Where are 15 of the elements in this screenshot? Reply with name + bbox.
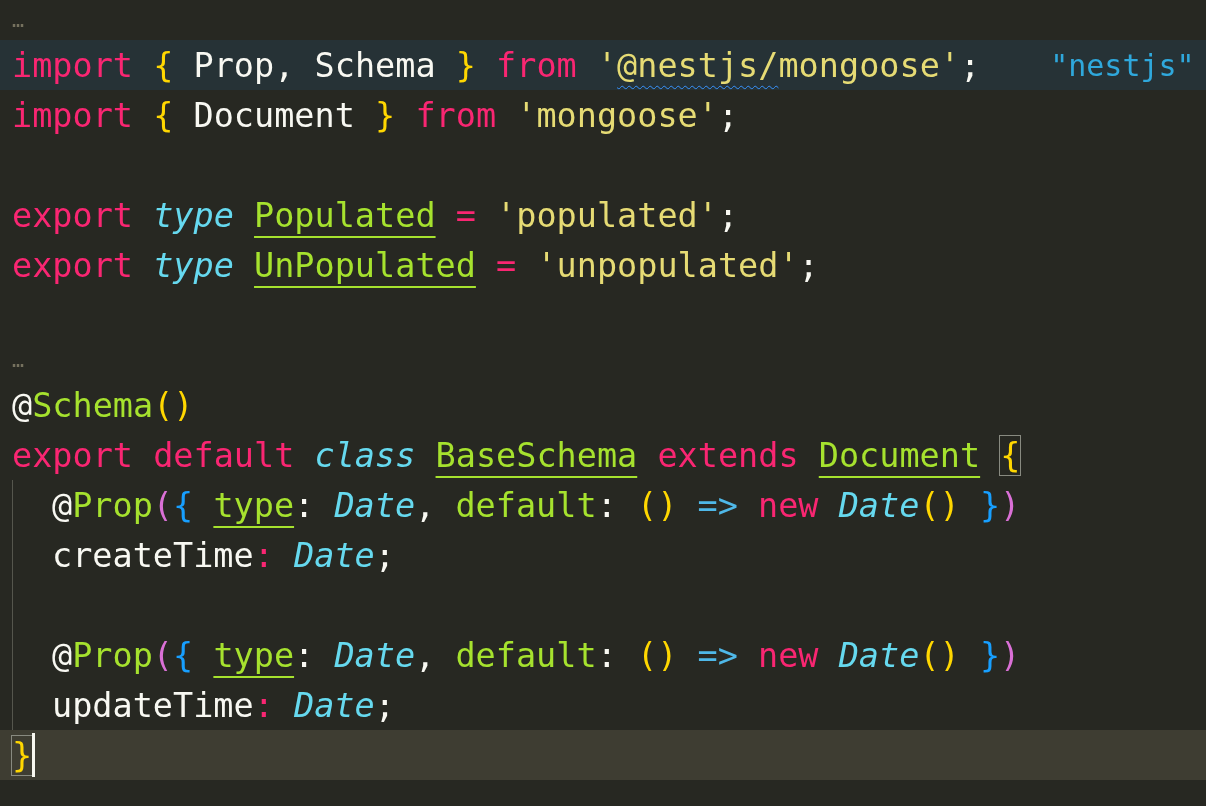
- code-line: import { Document } from 'mongoose';: [12, 95, 739, 135]
- folded-lines-marker[interactable]: …: [12, 348, 25, 372]
- code-line: @Prop({ type: Date, default: () => new Date() }): [52, 485, 1021, 525]
- code-line: updateTime: Date;: [52, 685, 395, 725]
- text-cursor: [32, 733, 36, 777]
- code-line: @Prop({ type: Date, default: () => new Date() }): [52, 635, 1021, 675]
- inlay-hint: "nestjs": [1050, 47, 1195, 83]
- code-line: import { Prop, Schema } from '@nestjs/mongoose';: [12, 45, 981, 85]
- code-line: export type Populated = 'populated';: [12, 195, 739, 235]
- code-line: }: [12, 735, 33, 775]
- code-line: export default class BaseSchema extends Document {: [12, 435, 1021, 475]
- code-line: @Schema(): [12, 385, 194, 425]
- folded-lines-marker[interactable]: …: [12, 8, 25, 32]
- code-line: export type UnPopulated = 'unpopulated';: [12, 245, 819, 285]
- code-line: createTime: Date;: [52, 535, 395, 575]
